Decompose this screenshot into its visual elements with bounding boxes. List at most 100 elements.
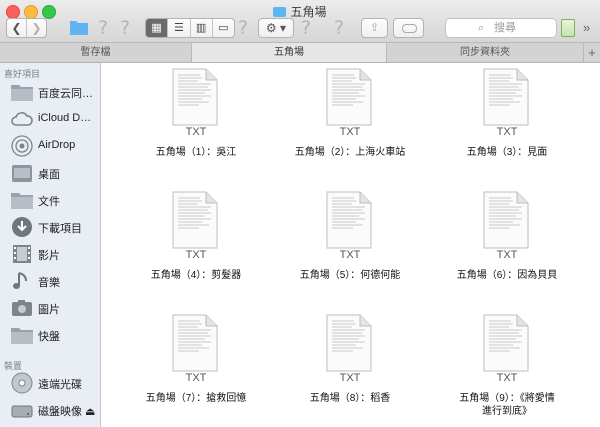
disk-image-icon [11,405,33,418]
icon-view-icon[interactable]: ▦ [146,19,168,37]
documents-folder-icon [11,193,33,209]
sidebar-item-desktop[interactable]: 桌面 [0,160,101,186]
file-item[interactable]: TXT 五角場（5）：何德何能 [275,191,425,301]
file-item[interactable]: TXT 五角場（9）：《將愛情進行到底》 [432,314,582,424]
file-item[interactable]: TXT 五角場（3）：見面 [432,68,582,178]
file-item[interactable]: TXT 五角場（1）：吳江 [121,68,271,178]
title-toolbar: 五角場 ❮ ❯ ? ? ▦ ☰ ▥ ▭ ? ⚙ ▾ ? ? ⇪ ⌕ 搜尋 » [0,0,600,43]
unknown-toolbar-icon[interactable]: ? [301,18,311,38]
column-view-icon[interactable]: ▥ [189,19,212,37]
sidebar-item-remote-disc[interactable]: 遠端光碟 [0,370,101,396]
file-name: 五角場（1）：吳江 [155,147,237,158]
text-document-icon [172,191,218,249]
finder-window: 五角場 ❮ ❯ ? ? ▦ ☰ ▥ ▭ ? ⚙ ▾ ? ? ⇪ ⌕ 搜尋 » 暫… [0,0,600,427]
search-placeholder: 搜尋 [494,22,516,34]
file-kind-label: TXT [185,249,207,261]
file-kind-label: TXT [185,372,207,384]
share-icon: ⇪ [369,22,380,34]
sidebar-item-icloud[interactable]: iCloud D… [0,106,101,132]
search-icon: ⌕ [478,22,485,34]
tab-label: 暫存檔 [80,47,111,58]
file-kind-label: TXT [339,126,361,138]
text-document-icon [483,191,529,249]
tab-temp[interactable]: 暫存檔 [0,43,192,62]
search-field[interactable]: ⌕ 搜尋 [445,18,557,38]
sidebar-item-movies[interactable]: 影片 [0,241,101,267]
file-name: 五角場（4）：剪髮器 [150,270,242,281]
toolbar-overflow-icon[interactable]: » [583,18,590,38]
sidebar-item-label: 文件 [38,196,60,208]
unknown-toolbar-icon[interactable]: ? [238,18,248,38]
back-icon[interactable]: ❮ [7,19,26,37]
file-item[interactable]: TXT 五角場（8）：稻香 [275,314,425,424]
view-mode-segment[interactable]: ▦ ☰ ▥ ▭ [145,18,235,38]
unknown-toolbar-icon[interactable]: ? [98,18,108,38]
sidebar-item-label: 圖片 [38,304,60,316]
file-name: 五角場（2）：上海火車站 [294,147,406,158]
music-icon [13,272,27,289]
text-document-icon [326,68,372,126]
file-kind-label: TXT [339,372,361,384]
sidebar-item-baidu[interactable]: 百度云同… [0,79,101,105]
file-name: 五角場（3）：見面 [466,147,548,158]
sidebar-item-documents[interactable]: 文件 [0,187,101,213]
airdrop-icon [11,135,33,157]
file-name: 五角場（5）：何德何能 [299,270,401,281]
file-kind-label: TXT [496,249,518,261]
tab-label: 五角場 [274,47,304,58]
tab-wujiaochang[interactable]: 五角場 [192,43,387,62]
share-button[interactable]: ⇪ [361,18,388,38]
back-forward-control[interactable]: ❮ ❯ [6,18,47,38]
sidebar-item-disk-image[interactable]: 磁盤映像 ⏏ [0,397,101,423]
text-document-icon [483,68,529,126]
sidebar-item-label: 音樂 [38,277,60,289]
sidebar-item-music[interactable]: 音樂 [0,268,101,294]
forward-icon[interactable]: ❯ [26,19,46,37]
file-name: 五角場（8）：稻香 [309,393,391,404]
sidebar-item-label: 快盤 [38,331,60,343]
folder-icon [11,328,33,344]
file-item[interactable]: TXT 五角場（4）：剪髮器 [121,191,271,301]
file-item[interactable]: TXT 五角場（2）：上海火車站 [275,68,425,178]
file-name: 五角場（9）：《將愛情進行到底》 [459,393,555,417]
file-item[interactable]: TXT 五角場（6）：因為貝貝 [432,191,582,301]
sidebar-item-label: 影片 [38,250,60,262]
text-document-icon [172,68,218,126]
sidebar-item-label: iCloud D… [38,112,92,124]
tag-icon [402,24,417,33]
tab-label: 同步資料夾 [460,47,510,58]
desktop-icon [12,165,32,182]
text-document-icon [326,191,372,249]
file-name: 五角場（7）：搶救回憶 [145,393,247,404]
sidebar-item-downloads[interactable]: 下載項目 [0,214,101,240]
unknown-toolbar-icon[interactable]: ? [334,18,344,38]
chevron-down-icon: ▾ [280,21,287,35]
tag-button[interactable] [393,18,424,38]
sidebar-item-airdrop[interactable]: AirDrop [0,133,101,159]
file-item[interactable]: TXT 五角場（7）：搶救回憶 [121,314,271,424]
sidebar-item-kuaipan[interactable]: 快盤 [0,322,101,348]
pictures-icon [12,300,32,316]
text-document-icon [172,314,218,372]
tab-bar: 暫存檔 五角場 同步資料夾 + [0,43,600,63]
text-document-icon [483,314,529,372]
sidebar-item-pictures[interactable]: 圖片 [0,295,101,321]
tab-sync-folder[interactable]: 同步資料夾 [387,43,584,62]
sidebar-item-label: 下載項目 [38,223,82,235]
new-document-icon[interactable] [561,19,575,37]
unknown-toolbar-icon[interactable]: ? [120,18,130,38]
folder-icon[interactable] [69,18,89,38]
movies-icon [13,245,31,263]
file-kind-label: TXT [496,126,518,138]
sidebar-item-label: 桌面 [38,169,60,181]
remote-disc-icon [11,372,33,394]
folder-icon [11,85,33,101]
folder-icon [273,7,287,17]
file-name: 五角場（6）：因為貝貝 [456,270,558,281]
add-tab-icon[interactable]: + [584,43,600,62]
file-kind-label: TXT [339,249,361,261]
file-kind-label: TXT [496,372,518,384]
action-menu-button[interactable]: ⚙ ▾ [258,18,294,38]
list-view-icon[interactable]: ☰ [167,19,189,37]
gallery-view-icon[interactable]: ▭ [211,19,234,37]
